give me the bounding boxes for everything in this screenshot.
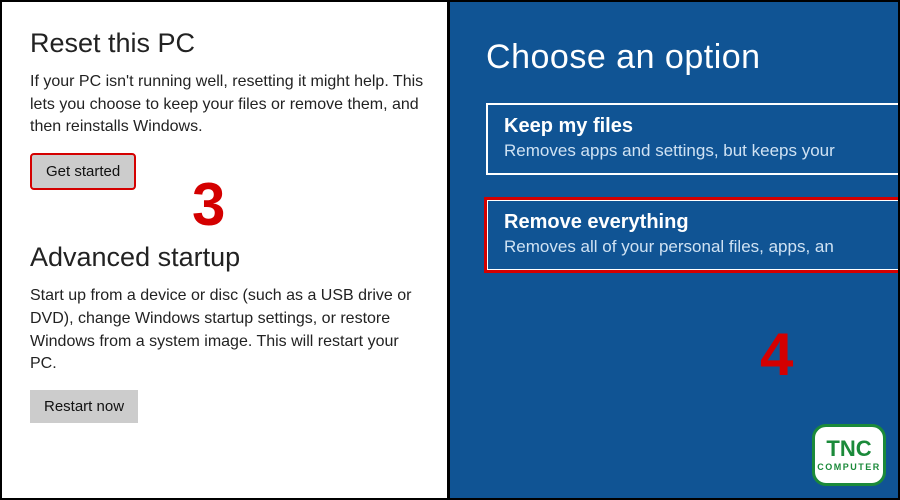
choose-option-panel: Choose an option Keep my files Removes a… — [450, 2, 898, 498]
advanced-startup-description: Start up from a device or disc (such as … — [30, 285, 429, 376]
tnc-logo: TNC COMPUTER — [812, 424, 886, 486]
option-keep-files[interactable]: Keep my files Removes apps and settings,… — [486, 103, 898, 175]
option-remove-everything[interactable]: Remove everything Removes all of your pe… — [486, 199, 898, 271]
reset-description: If your PC isn't running well, resetting… — [30, 71, 429, 139]
reset-heading: Reset this PC — [30, 28, 429, 59]
choose-option-heading: Choose an option — [486, 38, 898, 77]
option-title: Keep my files — [504, 115, 898, 138]
annotation-step-4: 4 — [760, 320, 793, 389]
option-description: Removes all of your personal files, apps… — [504, 237, 898, 257]
option-title: Remove everything — [504, 211, 898, 234]
restart-now-button[interactable]: Restart now — [30, 390, 138, 423]
tnc-logo-subtext: COMPUTER — [817, 462, 881, 472]
settings-recovery-panel: Reset this PC If your PC isn't running w… — [2, 2, 450, 498]
advanced-startup-heading: Advanced startup — [30, 242, 429, 273]
tnc-logo-text: TNC — [826, 438, 871, 460]
get-started-button[interactable]: Get started — [30, 153, 136, 190]
annotation-step-3: 3 — [192, 170, 225, 239]
option-description: Removes apps and settings, but keeps you… — [504, 141, 898, 161]
